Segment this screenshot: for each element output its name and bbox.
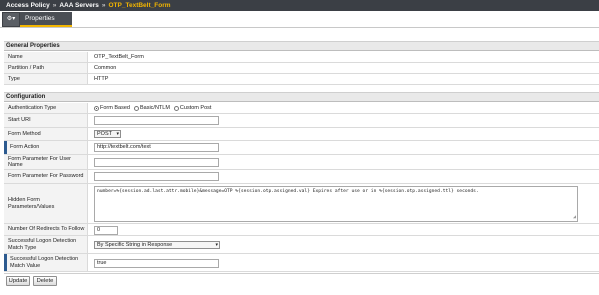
start-uri-label: Start URI: [4, 114, 88, 127]
hidden-params-label: Hidden Form Parameters/Values: [4, 184, 88, 223]
resize-grip-icon[interactable]: ◢: [573, 214, 576, 220]
breadcrumb-current: OTP_TextBelt_Form: [108, 2, 171, 9]
delete-button[interactable]: Delete: [33, 276, 57, 286]
button-bar: Update Delete: [4, 273, 599, 287]
dropdown-arrow-icon: ▾: [215, 242, 218, 248]
form-action-label: Form Action: [4, 141, 88, 154]
auth-type-row: Authentication Type Form Based Basic/NTL…: [4, 103, 599, 114]
logon-value-row: Successful Logon Detection Match Value t…: [4, 254, 599, 272]
partition-row: Partition / Path Common: [4, 63, 599, 74]
breadcrumb-separator: »: [101, 2, 106, 9]
form-action-input[interactable]: http://textbelt.com/text: [94, 143, 219, 152]
auth-option-label: Basic/NTLM: [139, 105, 170, 111]
param-pass-label: Form Parameter For Password: [4, 170, 88, 183]
chevron-down-icon: ▾: [12, 16, 16, 22]
start-uri-row: Start URI: [4, 114, 599, 128]
form-method-value: POST: [97, 131, 112, 137]
radio-icon: [133, 105, 139, 111]
breadcrumb-aaa-servers[interactable]: AAA Servers: [59, 2, 99, 9]
partition-value: Common: [94, 65, 117, 71]
tab-bar: ⚙▾ Properties: [0, 11, 599, 28]
start-uri-input[interactable]: [94, 116, 219, 125]
param-user-row: Form Parameter For User Name: [4, 155, 599, 170]
hidden-params-text: number=%{session.ad.last.attr.mobile}&me…: [97, 189, 479, 194]
logon-type-select[interactable]: By Specific String in Response ▾: [94, 241, 220, 249]
hidden-params-textarea[interactable]: number=%{session.ad.last.attr.mobile}&me…: [94, 186, 578, 222]
hidden-params-row: Hidden Form Parameters/Values number=%{s…: [4, 184, 599, 224]
radio-selected-icon: [94, 105, 99, 111]
auth-type-options: Form Based Basic/NTLM Custom Post: [94, 103, 215, 113]
type-value: HTTP: [94, 76, 109, 82]
name-value: OTP_TextBelt_Form: [94, 54, 144, 60]
dropdown-arrow-icon: ▾: [116, 131, 119, 137]
logon-type-value: By Specific String in Response: [97, 242, 173, 248]
logon-type-label: Successful Logon Detection Match Type: [4, 236, 88, 253]
type-row: Type HTTP: [4, 74, 599, 85]
name-row: Name OTP_TextBelt_Form: [4, 52, 599, 63]
redirects-input[interactable]: 0: [94, 226, 118, 235]
partition-label: Partition / Path: [4, 63, 88, 73]
update-button[interactable]: Update: [6, 276, 30, 286]
param-user-input[interactable]: [94, 158, 219, 167]
breadcrumb: Access Policy» AAA Servers» OTP_TextBelt_F…: [0, 0, 599, 11]
breadcrumb-access-policy[interactable]: Access Policy: [6, 2, 50, 9]
auth-option-label: Custom Post: [179, 105, 212, 111]
auth-radio-form-based[interactable]: Form Based: [94, 105, 130, 111]
form-method-label: Form Method: [4, 128, 88, 140]
auth-radio-custom-post[interactable]: Custom Post: [173, 105, 212, 111]
logon-value-label: Successful Logon Detection Match Value: [4, 254, 88, 271]
form-method-row: Form Method POST ▾: [4, 128, 599, 141]
form-action-row: Form Action http://textbelt.com/text: [4, 141, 599, 155]
tab-properties[interactable]: Properties: [20, 12, 72, 27]
auth-radio-basic-ntlm[interactable]: Basic/NTLM: [133, 105, 170, 111]
param-user-label: Form Parameter For User Name: [4, 155, 88, 169]
auth-option-label: Form Based: [100, 105, 130, 111]
name-label: Name: [4, 52, 88, 62]
type-label: Type: [4, 74, 88, 84]
auth-type-label: Authentication Type: [4, 103, 88, 113]
configuration-header: Configuration: [4, 92, 599, 102]
logon-value-input[interactable]: true: [94, 259, 219, 268]
form-method-select[interactable]: POST ▾: [94, 130, 121, 138]
logon-type-row: Successful Logon Detection Match Type By…: [4, 236, 599, 254]
breadcrumb-separator: »: [52, 2, 57, 9]
general-properties-header: General Properties: [4, 41, 599, 51]
tab-menu-button[interactable]: ⚙▾: [2, 12, 20, 27]
param-pass-input[interactable]: [94, 172, 219, 181]
redirects-row: Number Of Redirects To Follow 0: [4, 224, 599, 236]
param-pass-row: Form Parameter For Password: [4, 170, 599, 184]
redirects-label: Number Of Redirects To Follow: [4, 224, 88, 235]
radio-icon: [173, 105, 179, 111]
